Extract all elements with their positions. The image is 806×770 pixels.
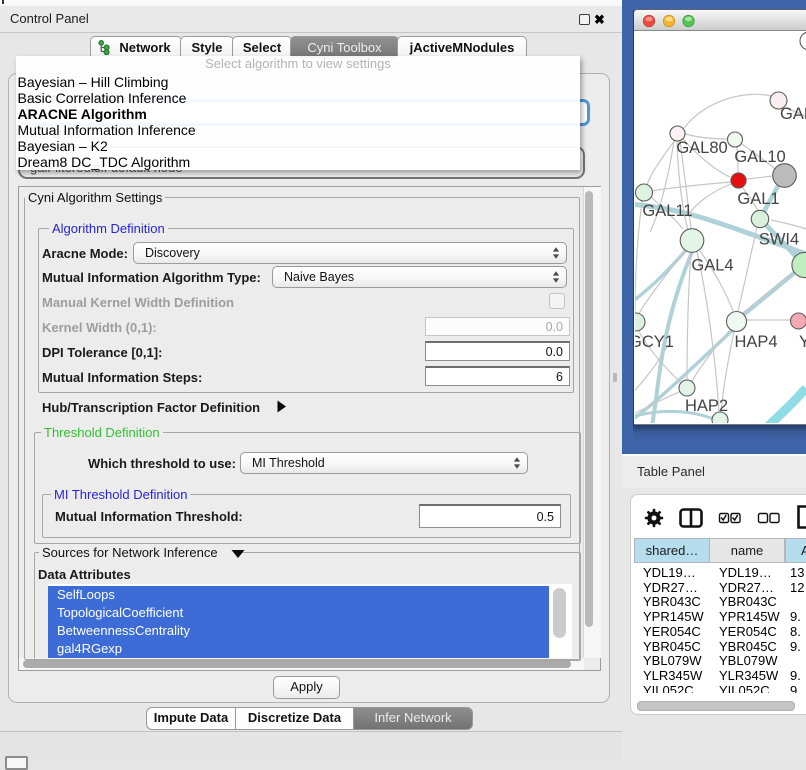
svg-text:HAP2: HAP2 <box>685 397 728 415</box>
svg-text:GAL11: GAL11 <box>642 202 692 220</box>
svg-text:GCY1: GCY1 <box>635 333 674 351</box>
svg-text:GAL80: GAL80 <box>676 139 727 157</box>
svg-text:GAL1: GAL1 <box>737 190 779 208</box>
svg-text:HAP4: HAP4 <box>734 333 777 351</box>
svg-text:GAL4: GAL4 <box>691 257 733 275</box>
svg-text:SWI4: SWI4 <box>759 231 799 249</box>
svg-text:YJ: YJ <box>799 333 806 351</box>
svg-text:GAL2: GAL2 <box>780 105 806 123</box>
svg-text:GAL10: GAL10 <box>734 148 785 166</box>
